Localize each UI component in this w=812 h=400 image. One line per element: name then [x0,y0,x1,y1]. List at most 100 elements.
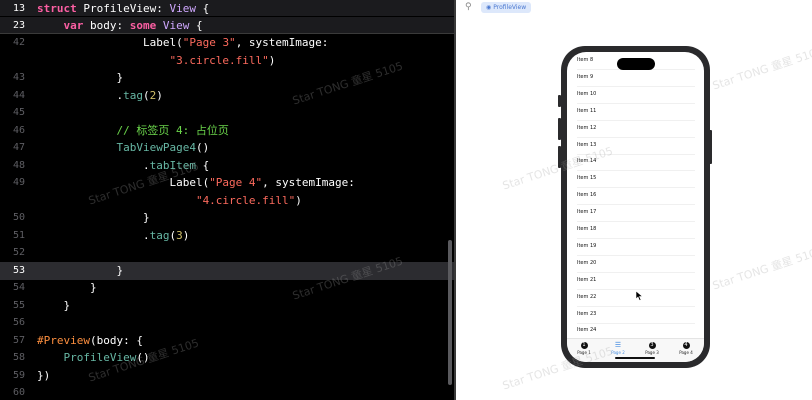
code-token: () [195,141,210,154]
code-token: (body: { [89,333,143,347]
code-token: . [37,158,150,172]
home-indicator [615,357,655,359]
list-item[interactable]: Item 11 [577,103,695,121]
code-line-row[interactable]: 50 } [0,209,454,227]
line-number: 47 [12,142,25,153]
code-token: ( [142,88,150,102]
code-token: } [37,298,71,312]
line-number: 45 [12,107,25,118]
list-item[interactable]: Item 15 [577,170,695,189]
line-number: 23 [12,20,25,31]
line-number: 60 [12,387,25,398]
preview-tab[interactable]: ◉ ProfileView [481,2,532,13]
line-number: 44 [12,89,25,101]
code-line-row[interactable]: 47 TabViewPage4() [0,139,454,157]
list-item[interactable]: Item 23 [577,306,695,324]
code-token: { [195,2,210,15]
code-token: ) [295,193,302,207]
list-item[interactable]: Item 19 [577,238,695,256]
code-token: }) [37,368,51,382]
code-token: View [162,19,190,32]
code-token: ) [156,88,163,102]
tab-page-4[interactable]: 4 Page 4 [669,342,703,355]
code-token: "Page 4" [209,176,263,189]
code-token: "4.circle.fill" [37,193,296,207]
code-line: } [37,209,150,227]
code-line-row[interactable]: 56 [0,314,454,332]
list-item[interactable]: Item 16 [577,187,695,206]
code-token: "3.circle.fill" [37,53,269,67]
line-number: 42 [12,37,25,48]
code-line: // 标签页 4: 占位页 [37,122,229,140]
tab-page-3[interactable]: 3 Page 3 [635,342,669,355]
code-line-row[interactable]: 48 .tabItem { [0,157,454,175]
code-line-row[interactable]: 59}) [0,367,454,385]
code-line-row[interactable]: 46 // 标签页 4: 占位页 [0,122,454,140]
1-circle-fill-icon: 1 [580,342,588,349]
code-line-row[interactable]: 51 .tag(3) [0,227,454,245]
sticky-header-body[interactable]: 23 var body: some View { [0,17,454,34]
code-token: . [37,88,124,102]
code-token: #Preview [37,333,90,347]
editor-scrollbar[interactable] [448,240,452,385]
code-line-row[interactable]: 49 Label("Page 4", systemImage: [0,174,454,192]
code-line-row[interactable]: 55 } [0,297,454,315]
code-line: } [37,279,97,297]
line-number: 50 [12,212,25,223]
code-editor[interactable]: 13 struct ProfileView: View { 23 var bod… [0,0,454,400]
line-number: 58 [12,352,25,363]
code-token: // 标签页 4: 占位页 [37,123,229,137]
sticky-header-struct[interactable]: 13 struct ProfileView: View { [0,0,454,16]
line-number: 56 [12,317,25,328]
line-number: 54 [12,282,25,293]
eye-icon: ◉ [486,4,492,11]
list-icon: ☰ [614,341,622,349]
code-token: tag [149,228,170,242]
code-line: } [37,262,123,280]
code-line-row[interactable]: 45 [0,104,454,122]
pin-icon[interactable]: ⚲ [465,2,472,12]
line-number: 46 [12,124,25,136]
list-item[interactable]: Item 21 [577,272,695,290]
code-token: body: [90,19,130,32]
code-token: Label( [37,36,183,49]
phone-screen[interactable]: Item 8 Item 9 Item 10 Item 11 Item 12 Item 13… [567,52,704,362]
code-line-row[interactable]: 44 .tag(2) [0,87,454,105]
code-token: var [63,19,90,32]
code-token: , systemImage: [235,36,329,49]
code-line: TabViewPage4() [37,139,209,157]
line-number: 49 [12,177,25,188]
code-token: tag [123,88,143,102]
code-token: struct [37,2,84,15]
list-item[interactable]: Item 20 [577,255,695,273]
code-line: }) [37,367,50,385]
line-number: 52 [12,247,25,258]
code-line-row[interactable]: 60 [0,384,454,400]
list-item[interactable]: Item 18 [577,221,695,239]
list-item[interactable]: Item 9 [577,69,695,87]
code-token: some [129,19,163,32]
code-token: "Page 3" [182,36,236,49]
code-line-row[interactable]: 42 Label("Page 3", systemImage: [0,34,454,52]
code-line: struct ProfileView: View { [37,0,209,18]
list-item[interactable]: Item 10 [577,86,695,104]
code-line: } [37,297,70,315]
code-token: ProfileView: [83,2,170,15]
code-line-row[interactable]: 57 #Preview(body: { [0,332,454,350]
list-item[interactable]: Item 17 [577,204,695,223]
code-token: , systemImage: [262,176,355,189]
code-line: .tag(3) [37,227,189,245]
code-token: 3 [176,228,183,242]
code-line-row[interactable]: "4.circle.fill") [0,192,454,210]
code-line-row[interactable]: 54 } [0,279,454,297]
code-token: View [169,2,196,15]
preview-tab-label: ProfileView [493,4,527,11]
code-token: } [37,263,124,277]
line-number: 57 [12,334,25,346]
list-item[interactable]: Item 12 [577,120,695,138]
tab-label: Page 4 [679,350,693,355]
line-number: 59 [12,369,25,381]
code-line-row[interactable]: 58 ProfileView() [0,349,454,367]
code-token: { [189,19,203,32]
